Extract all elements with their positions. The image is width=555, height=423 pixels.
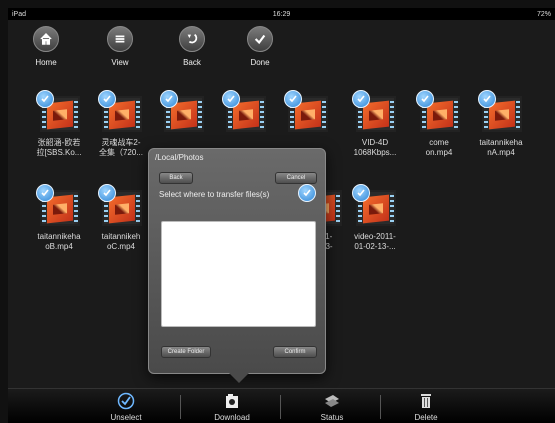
bottom-action-bar: Unselect Download Status Delete	[8, 388, 555, 423]
file-name: video-2011- 01-02-13-...	[354, 232, 396, 251]
unselect-button[interactable]: Unselect	[96, 392, 156, 422]
status-icon	[325, 395, 339, 407]
file-item[interactable]: video-2011- 01-02-13-...	[342, 184, 408, 252]
back-arrow-icon	[179, 26, 205, 52]
file-name: VID-4D 1068Kbps...	[353, 138, 397, 157]
video-file-icon	[36, 184, 82, 228]
done-button[interactable]: Done	[230, 26, 290, 67]
file-item[interactable]: 张韶涵-欧若 拉[SBS.Ko...	[26, 90, 92, 158]
video-file-icon	[352, 90, 398, 134]
checkmark-icon	[247, 26, 273, 52]
divider	[380, 395, 381, 419]
file-name: 灵魂战车2- 全集（720...	[98, 138, 143, 157]
create-folder-button[interactable]: Create Folder	[161, 346, 211, 358]
transfer-prompt: Select where to transfer files(s)	[159, 190, 270, 199]
current-path: /Local/Photos	[155, 153, 204, 162]
back-label: Back	[183, 58, 201, 67]
file-item[interactable]: come on.mp4	[406, 90, 472, 158]
video-file-icon	[416, 90, 462, 134]
file-item[interactable]	[212, 90, 278, 138]
file-item[interactable]	[150, 90, 216, 138]
video-file-icon	[352, 184, 398, 228]
file-item[interactable]: 灵魂战车2- 全集（720...	[88, 90, 154, 158]
file-item[interactable]: taitannikeh oC.mp4	[88, 184, 154, 252]
selected-check-icon[interactable]	[416, 90, 434, 108]
selected-check-icon[interactable]	[36, 90, 54, 108]
home-button[interactable]: Home	[16, 26, 76, 67]
status-bar: iPad 16:29 72%	[8, 8, 555, 20]
file-name: taitannikeh oC.mp4	[101, 232, 141, 251]
selected-check-icon[interactable]	[284, 90, 302, 108]
transfer-destination-popover: /Local/Photos Back Cancel Select where t…	[148, 148, 326, 383]
video-file-icon	[160, 90, 206, 134]
status-button[interactable]: Status	[302, 392, 362, 422]
video-file-icon	[98, 90, 144, 134]
confirm-button[interactable]: Confirm	[273, 346, 317, 358]
video-file-icon	[98, 184, 144, 228]
file-name: come on.mp4	[425, 138, 453, 157]
selected-check-icon[interactable]	[298, 184, 316, 202]
selected-check-icon[interactable]	[98, 90, 116, 108]
selected-check-icon[interactable]	[352, 90, 370, 108]
file-item[interactable]: VID-4D 1068Kbps...	[342, 90, 408, 158]
done-label: Done	[250, 58, 270, 67]
selected-check-icon[interactable]	[36, 184, 54, 202]
video-file-icon	[36, 90, 82, 134]
delete-label: Delete	[414, 413, 438, 422]
selected-check-icon[interactable]	[478, 90, 496, 108]
popover-back-button[interactable]: Back	[159, 172, 193, 184]
clock: 16:29	[272, 10, 291, 18]
file-item[interactable]: taitannikeha nA.mp4	[468, 90, 534, 158]
list-icon	[107, 26, 133, 52]
file-item[interactable]: taitannikeha oB.mp4	[26, 184, 92, 252]
video-file-icon	[222, 90, 268, 134]
view-label: View	[111, 58, 129, 67]
download-label: Download	[214, 413, 250, 422]
status-label: Status	[320, 413, 344, 422]
download-icon	[226, 394, 238, 408]
file-name: taitannikeha oB.mp4	[37, 232, 81, 251]
file-item[interactable]	[274, 90, 340, 138]
popover-cancel-button[interactable]: Cancel	[275, 172, 317, 184]
back-button[interactable]: Back	[162, 26, 222, 67]
divider	[280, 395, 281, 419]
folder-list[interactable]	[161, 221, 316, 327]
file-name: taitannikeha nA.mp4	[479, 138, 523, 157]
selected-check-icon[interactable]	[222, 90, 240, 108]
top-toolbar: Home View Back Done	[8, 20, 555, 80]
app-screen: iPad 16:29 72% Home View Back Done 张韶涵-欧…	[8, 8, 555, 423]
popover-arrow	[229, 373, 249, 383]
download-button[interactable]: Download	[202, 392, 262, 422]
unselect-label: Unselect	[110, 413, 142, 422]
home-label: Home	[35, 58, 57, 67]
video-file-icon	[478, 90, 524, 134]
file-name: 张韶涵-欧若 拉[SBS.Ko...	[36, 138, 82, 157]
view-button[interactable]: View	[90, 26, 150, 67]
selected-check-icon[interactable]	[352, 184, 370, 202]
selected-check-icon[interactable]	[160, 90, 178, 108]
unselect-icon	[117, 392, 135, 410]
video-file-icon	[284, 90, 330, 134]
trash-icon	[421, 394, 431, 408]
delete-button[interactable]: Delete	[396, 392, 456, 422]
selected-check-icon[interactable]	[98, 184, 116, 202]
divider	[180, 395, 181, 419]
home-icon	[33, 26, 59, 52]
